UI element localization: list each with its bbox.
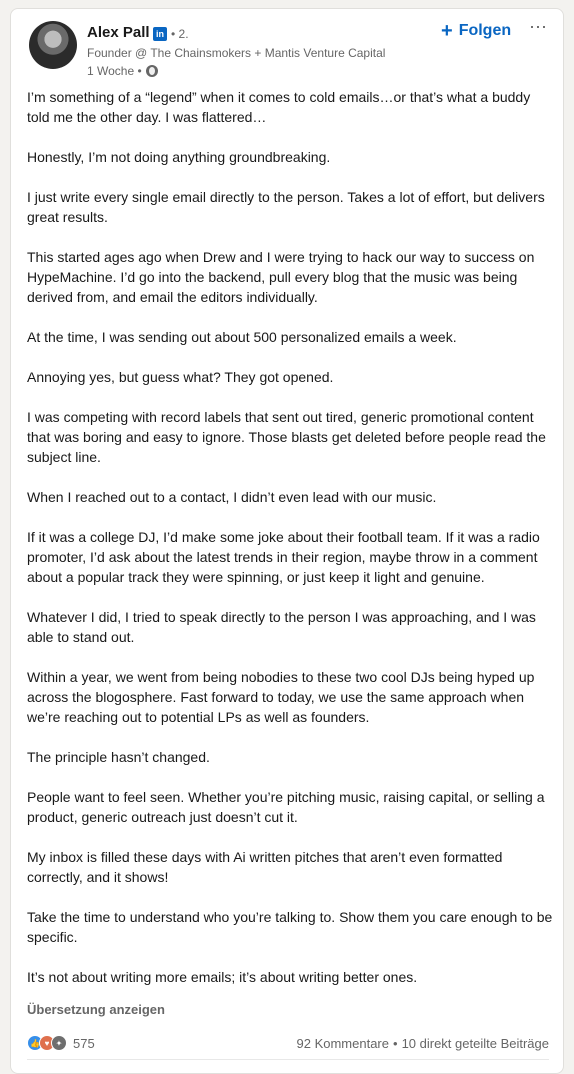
follow-label: Folgen	[458, 22, 512, 39]
comments-count[interactable]: 92 Kommentare	[297, 1036, 390, 1051]
post-paragraph: Whatever I did, I tried to speak directl…	[27, 609, 536, 645]
translate-link[interactable]: Übersetzung anzeigen	[27, 1002, 165, 1017]
post-paragraph: My inbox is filled these days with Ai wr…	[27, 849, 503, 885]
post-meta: 1 Woche •	[87, 64, 158, 78]
plus-icon: +	[441, 20, 453, 42]
connection-degree: • 2.	[171, 27, 189, 41]
globe-icon	[145, 65, 158, 77]
reaction-icons: 👍 ♥ ✦	[27, 1035, 67, 1051]
follow-button[interactable]: + Folgen	[441, 19, 511, 43]
post-card: Alex Pall in • 2. Founder @ The Chainsmo…	[10, 8, 564, 1074]
post-time: 1 Woche •	[87, 64, 142, 78]
more-options-icon[interactable]: ⋯	[529, 17, 547, 37]
linkedin-badge-icon: in	[153, 27, 167, 41]
post-paragraph: I was competing with record labels that …	[27, 409, 546, 465]
insightful-icon: ✦	[51, 1035, 67, 1051]
engagement-counts: 92 Kommentare • 10 direkt geteilte Beitr…	[297, 1036, 550, 1051]
post-paragraph: Annoying yes, but guess what? They got o…	[27, 369, 334, 385]
post-paragraph: Honestly, I’m not doing anything groundb…	[27, 149, 331, 165]
separator: •	[393, 1035, 398, 1051]
author-name[interactable]: Alex Pall	[87, 24, 150, 41]
reaction-count: 575	[73, 1035, 95, 1051]
post-paragraph: I just write every single email directly…	[27, 189, 545, 225]
shares-count[interactable]: 10 direkt geteilte Beiträge	[402, 1036, 549, 1051]
divider	[27, 1059, 549, 1060]
reactions-summary[interactable]: 👍 ♥ ✦ 575	[27, 1035, 95, 1051]
author-avatar[interactable]	[29, 21, 77, 69]
post-paragraph: The principle hasn’t changed.	[27, 749, 210, 765]
post-paragraph: I’m something of a “legend” when it come…	[27, 89, 531, 125]
post-body: I’m something of a “legend” when it come…	[27, 87, 553, 1007]
post-paragraph: Within a year, we went from being nobodi…	[27, 669, 535, 725]
post-paragraph: Take the time to understand who you’re t…	[27, 909, 553, 945]
author-headline: Founder @ The Chainsmokers + Mantis Vent…	[87, 46, 386, 60]
post-paragraph: If it was a college DJ, I’d make some jo…	[27, 529, 540, 585]
post-paragraph: People want to feel seen. Whether you’re…	[27, 789, 545, 825]
post-paragraph: When I reached out to a contact, I didn’…	[27, 489, 437, 505]
post-paragraph: At the time, I was sending out about 500…	[27, 329, 457, 345]
social-counts: 👍 ♥ ✦ 575 92 Kommentare • 10 direkt gete…	[27, 1032, 549, 1054]
post-paragraph: It’s not about writing more emails; it’s…	[27, 969, 418, 985]
post-paragraph: This started ages ago when Drew and I we…	[27, 249, 535, 305]
